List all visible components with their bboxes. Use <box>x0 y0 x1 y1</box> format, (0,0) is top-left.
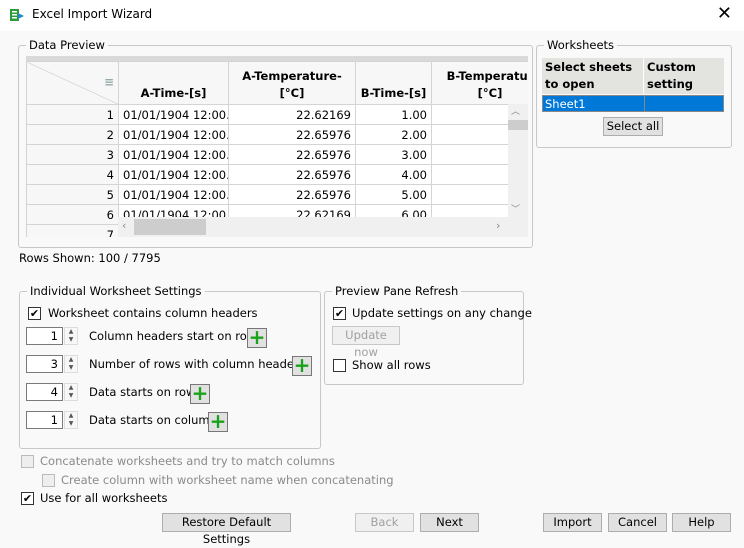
update-on-change-checkbox[interactable]: ✔ <box>333 307 346 320</box>
cell-a-temperature[interactable]: 22.65976 <box>228 164 356 185</box>
column-header[interactable]: B-Temperatur [°C] <box>431 61 528 105</box>
sheet-row[interactable]: Sheet1 <box>542 95 724 112</box>
row-number[interactable]: 3 <box>26 144 119 165</box>
plus-icon[interactable]: + <box>247 327 267 348</box>
cell-a-temperature[interactable]: 22.65976 <box>228 124 356 145</box>
cell-b-time[interactable]: 2.00 <box>355 124 432 145</box>
row-number[interactable]: 2 <box>26 124 119 145</box>
row-number[interactable]: 4 <box>26 164 119 185</box>
preview-refresh-legend: Preview Pane Refresh <box>332 284 462 298</box>
select-all-button[interactable]: Select all <box>603 117 663 136</box>
concatenate-label: Concatenate worksheets and try to match … <box>40 454 335 468</box>
data-start-row-label: Data starts on row <box>89 385 196 399</box>
rows-shown: Rows Shown: 100 / 7795 <box>19 251 161 265</box>
individual-settings-legend: Individual Worksheet Settings <box>27 284 205 298</box>
table-row[interactable]: 2 01/01/1904 12:00... 22.65976 2.00 <box>26 124 528 145</box>
contains-headers-checkbox[interactable]: ✔ <box>28 307 41 320</box>
data-start-column-label: Data starts on column <box>89 413 217 427</box>
sort-icon: ≡ <box>103 74 114 89</box>
title-bar: Excel Import Wizard ✕ <box>0 0 744 31</box>
horizontal-scrollbar[interactable]: ‹ › <box>118 217 528 237</box>
row-number[interactable]: 5 <box>26 184 119 205</box>
table-row[interactable]: 301/01/1904 12:00...22.659763.002 <box>26 144 528 165</box>
vertical-scrollbar[interactable]: ︿ ﹀ <box>508 104 528 217</box>
contains-headers-label: Worksheet contains column headers <box>48 306 258 320</box>
sheet-name: Sheet1 <box>545 97 586 111</box>
cell-a-time[interactable]: 01/01/1904 12:00... <box>118 144 229 165</box>
column-header[interactable]: A-Temperature- [°C] <box>228 61 356 105</box>
cell-a-time[interactable]: 01/01/1904 12:00... <box>118 184 229 205</box>
column-header[interactable]: B-Time-[s] <box>355 61 432 105</box>
header-start-row-input[interactable]: 1 <box>26 327 63 345</box>
row-number[interactable]: 7 <box>26 224 119 237</box>
scroll-right-icon[interactable]: › <box>496 219 500 232</box>
help-button[interactable]: Help <box>672 513 731 532</box>
back-button[interactable]: Back <box>355 513 414 532</box>
show-all-rows-checkbox[interactable] <box>333 359 346 372</box>
row-number[interactable]: 6 <box>26 204 119 225</box>
header-start-row-label: Column headers start on row <box>89 329 257 343</box>
cell-a-temperature[interactable]: 22.65976 <box>228 144 356 165</box>
import-button[interactable]: Import <box>543 513 602 532</box>
restore-defaults-button[interactable]: Restore Default Settings <box>162 513 291 546</box>
plus-icon[interactable]: + <box>190 383 210 404</box>
cell-a-temperature[interactable]: 22.62169 <box>228 104 356 125</box>
concatenate-checkbox[interactable] <box>21 455 34 468</box>
close-button[interactable]: ✕ <box>717 3 732 24</box>
header-rows-count-input[interactable]: 3 <box>26 355 63 373</box>
row-number[interactable]: 1 <box>26 104 119 125</box>
worksheets-header: Select sheets to open Custom setting <box>542 58 724 94</box>
worksheets-legend: Worksheets <box>544 38 618 52</box>
table-row[interactable]: 501/01/1904 12:00...22.659765.002 <box>26 184 528 205</box>
show-all-rows-label: Show all rows <box>352 358 431 372</box>
excel-import-icon <box>10 9 24 21</box>
cell-b-time[interactable]: 5.00 <box>355 184 432 205</box>
header-rows-count-label: Number of rows with column headers <box>89 357 305 371</box>
data-preview-table[interactable]: ≡ A-Time-[s] A-Temperature- [°C] B-Time-… <box>26 61 528 237</box>
cell-a-temperature[interactable]: 22.65976 <box>228 184 356 205</box>
create-column-label: Create column with worksheet name when c… <box>61 473 394 487</box>
spinner-arrows[interactable]: ▲ ▼ <box>64 383 78 401</box>
plus-icon[interactable]: + <box>208 411 228 432</box>
use-for-all-label: Use for all worksheets <box>40 491 168 505</box>
spinner-arrows[interactable]: ▲ ▼ <box>64 411 78 429</box>
scroll-up-icon[interactable]: ︿ <box>511 104 520 117</box>
cell-a-time[interactable]: 01/01/1904 12:00... <box>118 104 229 125</box>
spinner-arrows[interactable]: ▲ ▼ <box>64 355 78 373</box>
next-button[interactable]: Next <box>420 513 479 532</box>
use-for-all-checkbox[interactable]: ✔ <box>21 492 34 505</box>
scroll-thumb[interactable] <box>508 120 528 130</box>
cancel-button[interactable]: Cancel <box>608 513 667 532</box>
column-header[interactable]: A-Time-[s] <box>118 61 229 105</box>
data-preview-legend: Data Preview <box>26 38 108 52</box>
cell-b-time[interactable]: 1.00 <box>355 104 432 125</box>
table-row[interactable]: 401/01/1904 12:00...22.659764.002 <box>26 164 528 185</box>
select-sheets-header: Select sheets to open <box>545 60 633 91</box>
cell-a-time[interactable]: 01/01/1904 12:00... <box>118 124 229 145</box>
scroll-down-icon[interactable]: ﹀ <box>511 202 520 215</box>
cell-b-time[interactable]: 4.00 <box>355 164 432 185</box>
corner-header[interactable]: ≡ <box>26 61 119 105</box>
scroll-thumb-h[interactable] <box>134 219 206 235</box>
update-now-button[interactable]: Update now <box>332 326 400 359</box>
spinner-arrows[interactable]: ▲ ▼ <box>64 327 78 345</box>
window-title: Excel Import Wizard <box>32 7 153 21</box>
create-column-checkbox[interactable] <box>42 474 55 487</box>
scroll-left-icon[interactable]: ‹ <box>122 219 126 232</box>
plus-icon[interactable]: + <box>292 355 312 376</box>
data-start-row-input[interactable]: 4 <box>26 383 63 401</box>
update-on-change-label: Update settings on any change <box>352 306 532 320</box>
data-start-column-input[interactable]: 1 <box>26 411 63 429</box>
custom-setting-header: Custom setting <box>647 60 696 91</box>
cell-a-time[interactable]: 01/01/1904 12:00... <box>118 164 229 185</box>
cell-b-time[interactable]: 3.00 <box>355 144 432 165</box>
table-row[interactable]: 1 01/01/1904 12:00... 22.62169 1.00 <box>26 104 528 125</box>
